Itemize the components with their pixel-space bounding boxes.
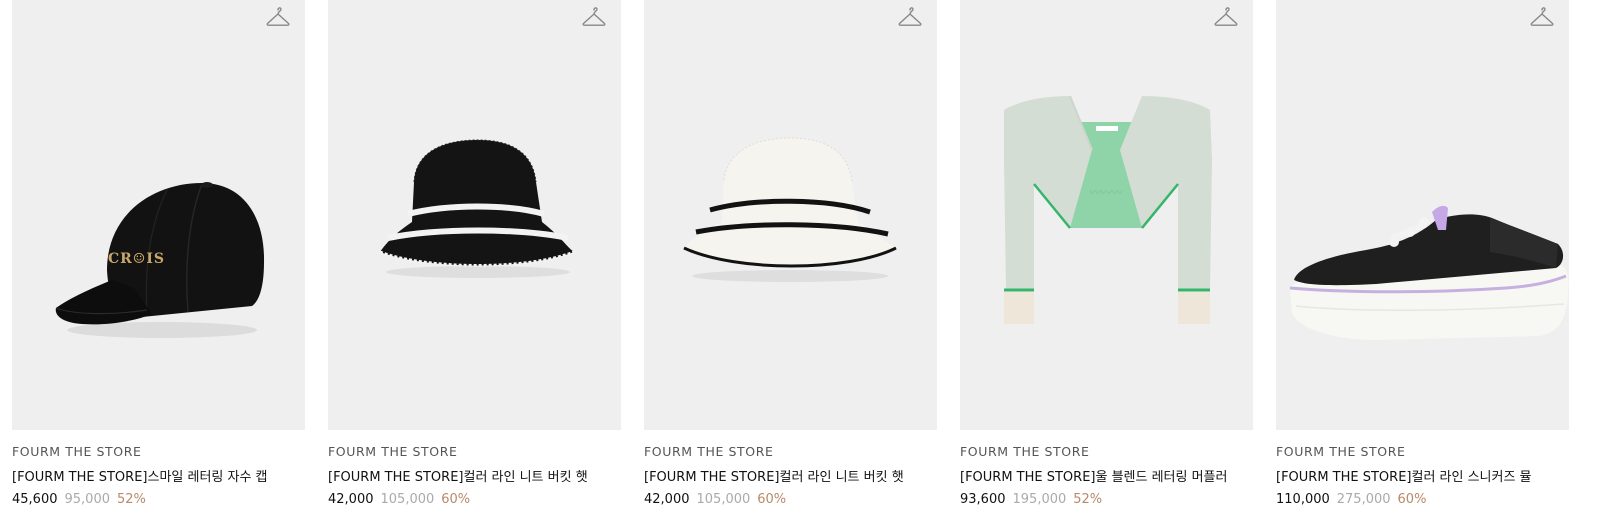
original-price: 275,000 — [1336, 492, 1391, 507]
product-brand: FOURM THE STORE — [12, 444, 142, 459]
discount-rate: 60% — [1397, 492, 1427, 507]
sale-price: 45,600 — [12, 492, 58, 507]
product-title[interactable]: [FOURM THE STORE]컬러 라인 니트 버킷 햇 — [328, 466, 621, 485]
product-image[interactable]: 〰〰〰 — [960, 0, 1253, 430]
product-card[interactable]: CR☺IS FOURM THE STORE [FOURM THE STORE]스… — [12, 0, 305, 507]
product-image[interactable] — [1276, 0, 1569, 430]
product-image[interactable] — [644, 0, 937, 430]
product-card[interactable]: FOURM THE STORE [FOURM THE STORE]컬러 라인 니… — [644, 0, 937, 507]
product-image[interactable] — [328, 0, 621, 430]
black-bucket-hat-image — [379, 139, 575, 278]
sale-price: 42,000 — [644, 492, 690, 507]
white-bucket-hat-image — [683, 137, 897, 282]
hanger-icon[interactable] — [265, 4, 291, 30]
product-brand: FOURM THE STORE — [644, 444, 774, 459]
product-title[interactable]: [FOURM THE STORE]스마일 레터링 자수 캡 — [12, 466, 305, 485]
product-brand: FOURM THE STORE — [328, 444, 458, 459]
product-prices: 93,600 195,000 52% — [960, 492, 1253, 507]
original-price: 105,000 — [380, 492, 435, 507]
sale-price: 110,000 — [1276, 492, 1330, 507]
product-card[interactable]: FOURM THE STORE [FOURM THE STORE]컬러 라인 스… — [1276, 0, 1569, 507]
hanger-icon[interactable] — [581, 4, 607, 30]
original-price: 105,000 — [696, 492, 751, 507]
cap-logo-text: CR☺IS — [108, 251, 165, 267]
muffler-lettering: 〰〰〰 — [1090, 186, 1123, 199]
muffler-image: 〰〰〰 — [1004, 95, 1212, 324]
hanger-icon[interactable] — [897, 4, 923, 30]
hanger-icon[interactable] — [1529, 4, 1555, 30]
original-price: 95,000 — [64, 492, 111, 507]
product-prices: 45,600 95,000 52% — [12, 492, 305, 507]
product-title[interactable]: [FOURM THE STORE]컬러 라인 스니커즈 뮬 — [1276, 466, 1569, 485]
discount-rate: 52% — [1073, 492, 1103, 507]
discount-rate: 52% — [117, 492, 146, 507]
product-card[interactable]: 〰〰〰 FOURM THE STORE [FOURM THE STORE]울 블… — [960, 0, 1253, 507]
product-prices: 42,000 105,000 60% — [644, 492, 937, 507]
product-card[interactable]: FOURM THE STORE [FOURM THE STORE]컬러 라인 니… — [328, 0, 621, 507]
product-title[interactable]: [FOURM THE STORE]컬러 라인 니트 버킷 햇 — [644, 466, 937, 485]
product-brand: FOURM THE STORE — [1276, 444, 1406, 459]
discount-rate: 60% — [441, 492, 471, 507]
sneaker-mule-image — [1289, 205, 1569, 340]
sale-price: 42,000 — [328, 492, 374, 507]
baseball-cap-image: CR☺IS — [55, 182, 265, 338]
hanger-icon[interactable] — [1213, 4, 1239, 30]
product-grid: CR☺IS FOURM THE STORE [FOURM THE STORE]스… — [12, 0, 1569, 507]
product-prices: 110,000 275,000 60% — [1276, 492, 1569, 507]
product-title[interactable]: [FOURM THE STORE]울 블렌드 레터링 머플러 — [960, 466, 1253, 485]
product-prices: 42,000 105,000 60% — [328, 492, 621, 507]
product-image[interactable]: CR☺IS — [12, 0, 305, 430]
original-price: 195,000 — [1012, 492, 1067, 507]
product-brand: FOURM THE STORE — [960, 444, 1090, 459]
sale-price: 93,600 — [960, 492, 1006, 507]
discount-rate: 60% — [757, 492, 787, 507]
